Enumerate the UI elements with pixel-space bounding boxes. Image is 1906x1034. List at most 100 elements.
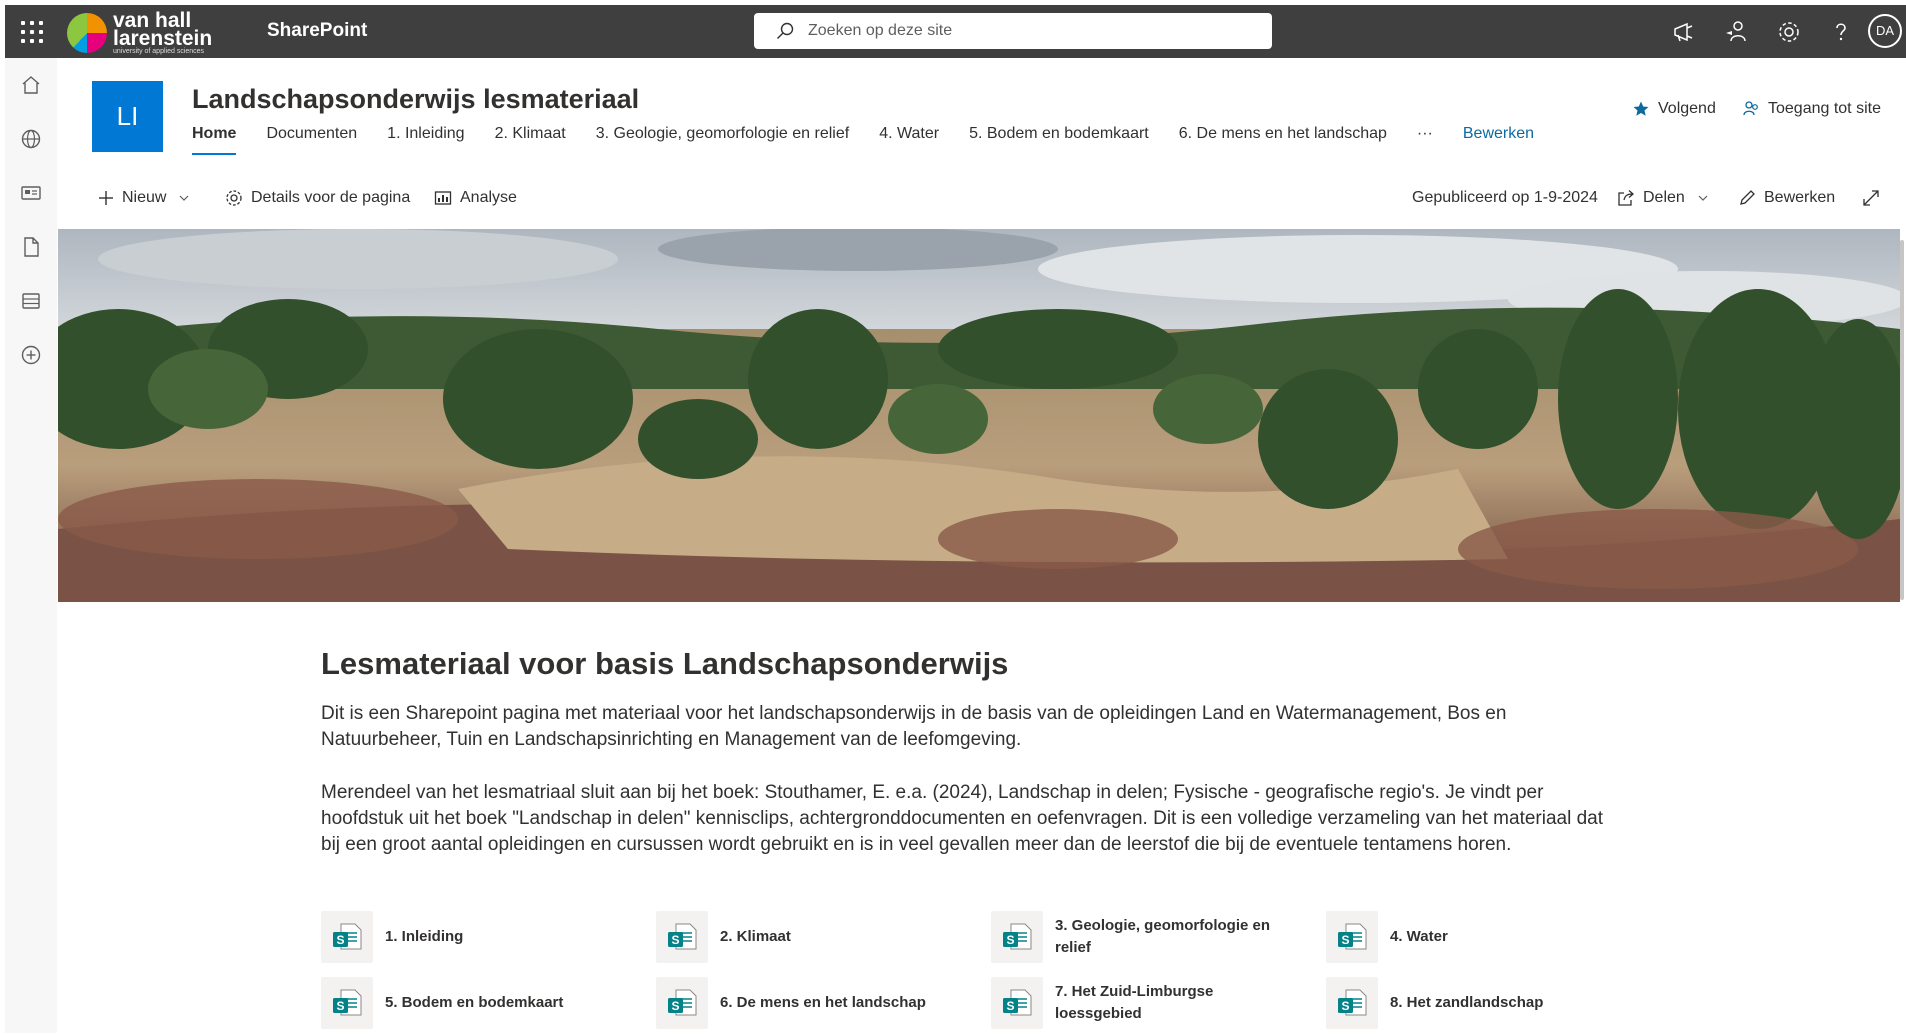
plus-icon: [99, 191, 113, 205]
quick-link-label: 5. Bodem en bodemkaart: [385, 994, 564, 1011]
analytics-button[interactable]: Analyse: [434, 189, 517, 207]
svg-text:S: S: [671, 999, 679, 1013]
nav-item-water[interactable]: 4. Water: [879, 125, 939, 153]
quick-link-label: 3. Geologie, geomorfologie en relief: [1055, 917, 1271, 956]
svg-text:S: S: [336, 933, 344, 947]
svg-text:S: S: [1006, 999, 1014, 1013]
site-access-label: Toegang tot site: [1768, 100, 1881, 117]
quick-link-mens-landschap[interactable]: S 6. De mens en het landschap: [656, 976, 986, 1030]
nav-item-home[interactable]: Home: [192, 125, 237, 155]
new-button[interactable]: Nieuw: [98, 189, 198, 207]
page-details-label: Details voor de pagina: [251, 189, 411, 206]
nav-item-documenten[interactable]: Documenten: [266, 125, 357, 153]
edit-label: Bewerken: [1764, 189, 1836, 206]
nav-edit-link[interactable]: Bewerken: [1463, 125, 1534, 153]
published-status: Gepubliceerd op 1-9-2024: [1412, 189, 1598, 207]
follow-label: Volgend: [1658, 100, 1716, 117]
expand-icon: [1863, 190, 1879, 206]
quick-link-zuid-limburg[interactable]: S 7. Het Zuid-Limburgse loessgebied: [991, 976, 1321, 1030]
sharepoint-page-icon: S: [321, 977, 373, 1029]
waffle-icon[interactable]: [19, 19, 45, 45]
published-label: Gepubliceerd op 1-9-2024: [1412, 189, 1598, 206]
avatar[interactable]: DA: [1868, 14, 1902, 48]
logo-mark: [67, 13, 107, 53]
help-icon[interactable]: [1828, 19, 1854, 45]
sharepoint-page-icon: S: [1326, 911, 1378, 963]
svg-text:S: S: [1006, 933, 1014, 947]
share-icon: [1618, 190, 1634, 206]
search-icon: [777, 22, 794, 39]
quick-link-bodem[interactable]: S 5. Bodem en bodemkaart: [321, 976, 651, 1030]
share-button[interactable]: Delen: [1617, 189, 1717, 207]
nav-item-mens-landschap[interactable]: 6. De mens en het landschap: [1179, 125, 1387, 153]
search-input[interactable]: Zoeken op deze site: [808, 22, 952, 40]
svg-text:S: S: [1341, 999, 1349, 1013]
quick-link-label: 8. Het zandlandschap: [1390, 994, 1544, 1011]
app-name[interactable]: SharePoint: [267, 20, 367, 42]
site-access-button[interactable]: Toegang tot site: [1742, 100, 1881, 118]
logo-line2: larenstein: [113, 27, 213, 50]
megaphone-icon[interactable]: [1671, 19, 1697, 45]
file-icon[interactable]: [20, 236, 42, 258]
page-heading: Lesmateriaal voor basis Landschapsonderw…: [321, 646, 1009, 681]
analytics-label: Analyse: [460, 189, 517, 206]
svg-text:S: S: [671, 933, 679, 947]
nav-item-bodem[interactable]: 5. Bodem en bodemkaart: [969, 125, 1149, 153]
app-bar: [5, 58, 57, 1033]
svg-text:S: S: [336, 999, 344, 1013]
landscape-picture: [58, 229, 1900, 602]
quick-link-klimaat[interactable]: S 2. Klimaat: [656, 910, 986, 964]
news-icon[interactable]: [20, 182, 42, 204]
hero-image: [58, 229, 1900, 602]
page-details-button[interactable]: Details voor de pagina: [225, 189, 410, 207]
analytics-icon: [434, 191, 452, 205]
quick-link-label: 7. Het Zuid-Limburgse loessgebied: [1055, 983, 1214, 1022]
quick-link-inleiding[interactable]: S 1. Inleiding: [321, 910, 651, 964]
search-box[interactable]: Zoeken op deze site: [754, 13, 1272, 49]
quick-link-label: 4. Water: [1390, 928, 1448, 945]
globe-icon[interactable]: [20, 128, 42, 150]
quick-link-label: 1. Inleiding: [385, 928, 464, 945]
intro-paragraph: Dit is een Sharepoint pagina met materia…: [321, 703, 1507, 750]
scrollbar[interactable]: [1900, 240, 1904, 600]
people-icon: [1743, 101, 1758, 116]
edit-button[interactable]: Bewerken: [1738, 189, 1835, 207]
nav-more-button[interactable]: ···: [1417, 125, 1433, 153]
pencil-icon: [1740, 190, 1755, 205]
quick-link-label: 6. De mens en het landschap: [720, 994, 926, 1011]
share-label: Delen: [1643, 189, 1685, 206]
home-icon[interactable]: [20, 74, 42, 96]
site-logo[interactable]: LI: [92, 81, 163, 152]
organization-logo[interactable]: van hall larenstein university of applie…: [67, 10, 249, 55]
new-label: Nieuw: [122, 189, 167, 206]
nav-item-geologie[interactable]: 3. Geologie, geomorfologie en relief: [596, 125, 850, 153]
follow-button[interactable]: Volgend: [1632, 100, 1716, 118]
star-icon: [1633, 101, 1649, 116]
svg-text:S: S: [1341, 933, 1349, 947]
quick-link-geologie[interactable]: S 3. Geologie, geomorfologie en relief: [991, 910, 1321, 964]
quick-link-zandlandschap[interactable]: S 8. Het zandlandschap: [1326, 976, 1656, 1030]
site-title[interactable]: Landschapsonderwijs lesmateriaal: [192, 84, 639, 115]
quick-link-water[interactable]: S 4. Water: [1326, 910, 1656, 964]
sharepoint-page-icon: S: [991, 977, 1043, 1029]
sharepoint-page-icon: S: [656, 911, 708, 963]
sharepoint-page-icon: S: [656, 977, 708, 1029]
sharepoint-page-icon: S: [321, 911, 373, 963]
chevron-down-icon: [1698, 195, 1708, 201]
gear-icon[interactable]: [1776, 19, 1802, 45]
sharepoint-page-icon: S: [991, 911, 1043, 963]
add-icon[interactable]: [20, 344, 42, 366]
site-navigation: Home Documenten 1. Inleiding 2. Klimaat …: [192, 125, 1534, 155]
quick-link-label: 2. Klimaat: [720, 928, 791, 945]
nav-item-klimaat[interactable]: 2. Klimaat: [495, 125, 566, 153]
list-icon[interactable]: [20, 290, 42, 312]
sharepoint-page-icon: S: [1326, 977, 1378, 1029]
share-people-icon[interactable]: [1723, 19, 1749, 45]
suite-bar: van hall larenstein university of applie…: [5, 5, 1906, 58]
logo-tagline: university of applied sciences: [113, 48, 205, 55]
gear-icon: [226, 190, 242, 206]
chevron-down-icon: [180, 195, 189, 201]
nav-item-inleiding[interactable]: 1. Inleiding: [387, 125, 464, 153]
expand-button[interactable]: [1862, 189, 1888, 207]
description-paragraph: Merendeel van het lesmatriaal sluit aan …: [321, 782, 1604, 855]
